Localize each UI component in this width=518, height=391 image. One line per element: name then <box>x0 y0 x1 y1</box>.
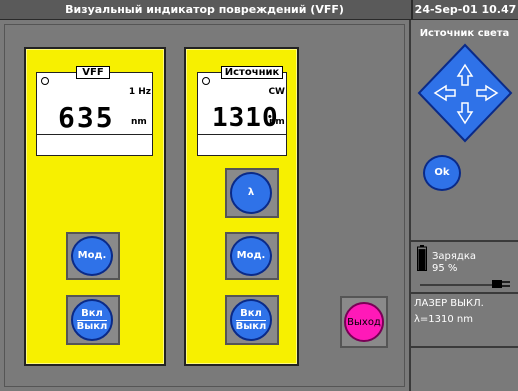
datetime-display: 24-Sep-01 10.47 <box>411 0 518 20</box>
source-display-separator <box>198 134 286 135</box>
window-title: Визуальный индикатор повреждений (VFF) <box>65 3 344 16</box>
source-onoff-button[interactable]: Вкл Выкл <box>230 299 272 341</box>
vff-indicator-lamp <box>41 77 49 85</box>
sidebar-divider <box>409 20 411 391</box>
lambda-label: λ <box>247 187 255 198</box>
source-tag: Источник <box>221 66 283 79</box>
dpad <box>417 43 513 143</box>
vff-wavelength-unit: nm <box>131 117 147 127</box>
laser-status: ЛАЗЕР ВЫКЛ. <box>414 298 484 309</box>
ok-button[interactable]: Ok <box>423 155 461 191</box>
source-off-label: Выкл <box>235 320 267 332</box>
vff-onoff-button[interactable]: Вкл Выкл <box>71 299 113 341</box>
source-wavelength-unit: nm <box>269 117 285 127</box>
exit-label: Выход <box>347 316 381 328</box>
battery-percent: 95 % <box>432 263 458 274</box>
source-mod-button[interactable]: Мод. <box>230 236 272 276</box>
source-mode: CW <box>268 87 285 97</box>
sidebar-separator-2 <box>411 292 518 294</box>
ok-label: Ok <box>434 167 450 178</box>
source-indicator-lamp <box>202 77 210 85</box>
source-on-label: Вкл <box>240 307 262 319</box>
vff-on-label: Вкл <box>81 307 103 319</box>
source-lambda-button[interactable]: λ <box>230 172 272 214</box>
sidebar-separator-3 <box>411 346 518 348</box>
sidebar-separator-1 <box>411 240 518 242</box>
vff-mod-label: Мод. <box>77 250 107 261</box>
source-mod-label: Мод. <box>236 250 266 261</box>
vff-display-separator <box>37 134 152 135</box>
vff-wavelength-value: 635 <box>58 101 115 134</box>
exit-button[interactable]: Выход <box>344 302 384 342</box>
sidebar-title: Источник света <box>419 28 510 39</box>
vff-frequency: 1 Hz <box>128 87 151 97</box>
vff-off-label: Выкл <box>76 320 108 332</box>
vff-tag: VFF <box>76 66 110 79</box>
battery-icon <box>417 245 427 271</box>
laser-wavelength: λ=1310 nm <box>414 314 474 325</box>
power-plug-icon <box>420 280 510 288</box>
vff-mod-button[interactable]: Мод. <box>71 236 113 276</box>
